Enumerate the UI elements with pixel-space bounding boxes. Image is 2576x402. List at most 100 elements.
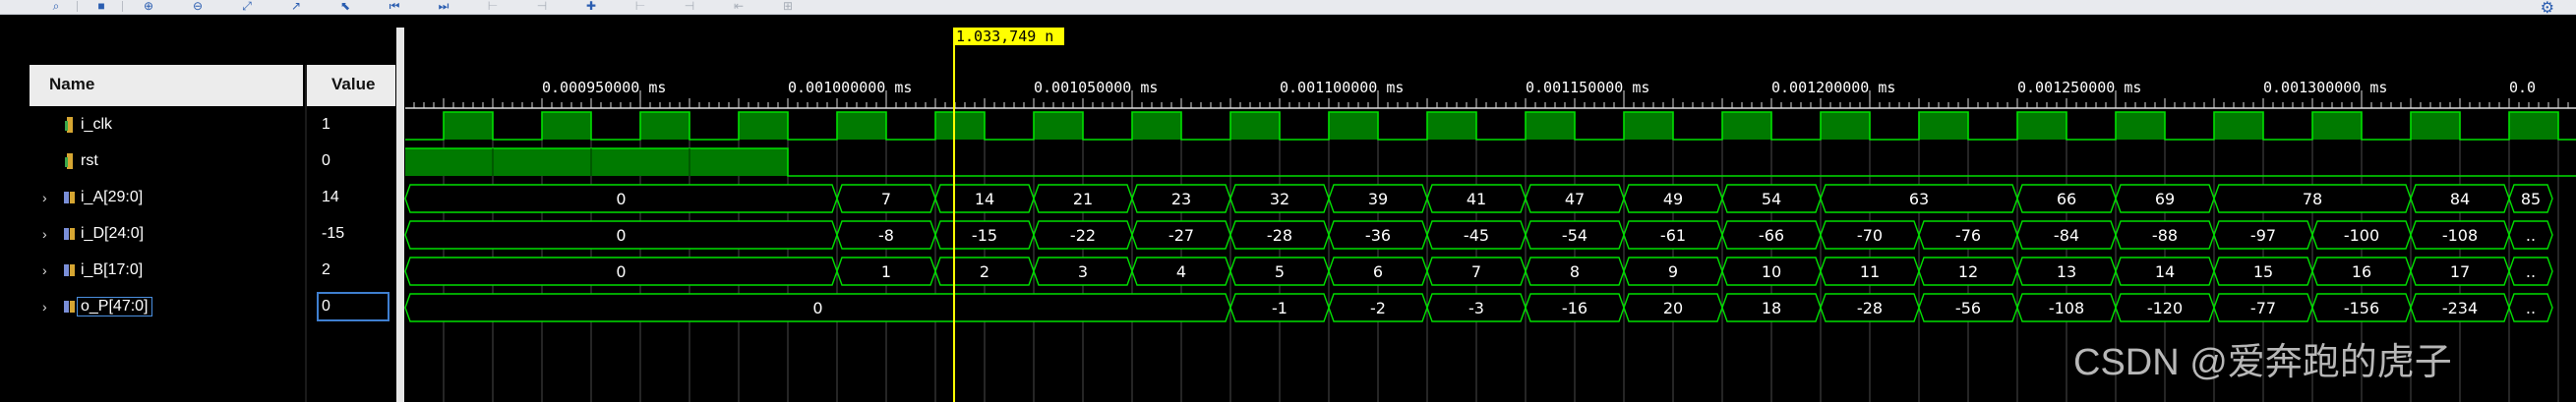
i-d-value-label: -54	[1562, 226, 1588, 245]
i-b-value-label: 4	[1176, 262, 1186, 281]
i-b-value-label: 5	[1275, 262, 1285, 281]
i-d-value-label: -100	[2344, 226, 2379, 245]
o-p-value-label: -56	[1955, 299, 1981, 317]
i-a-value-label: 49	[1663, 190, 1683, 208]
i-a-value-label: 39	[1368, 190, 1388, 208]
i-b-value-label: ..	[2526, 262, 2536, 281]
o-p-value-label: -108	[2049, 299, 2084, 317]
i-b-value-label: 17	[2450, 262, 2470, 281]
i-a-value-label: 54	[1762, 190, 1781, 208]
o-p-value-label: -28	[1857, 299, 1883, 317]
i-b-value-label: 12	[1958, 262, 1978, 281]
i-a-value-label: 66	[2057, 190, 2076, 208]
i-d-value-label: ..	[2526, 226, 2536, 245]
ruler-time-label: 0.001100000 ms	[1280, 79, 1404, 96]
clk-high-pulse	[1329, 112, 1378, 140]
clk-high-pulse	[2509, 112, 2558, 140]
o-p-value-label: -156	[2344, 299, 2379, 317]
clk-high-pulse	[542, 112, 591, 140]
i-a-value-label: 69	[2155, 190, 2175, 208]
o-p-value-label: 0	[812, 299, 822, 317]
clk-high-pulse	[2411, 112, 2460, 140]
i-d-value-label: -22	[1070, 226, 1096, 245]
i-b-value-label: 14	[2155, 262, 2175, 281]
i-a-value-label: 63	[1909, 190, 1929, 208]
o-p-value-label: -16	[1562, 299, 1588, 317]
i-a-value-label: 23	[1171, 190, 1191, 208]
clk-high-pulse	[1230, 112, 1280, 140]
rst-high-region	[405, 148, 788, 176]
clk-high-pulse	[1919, 112, 1968, 140]
i-d-value-label: -66	[1759, 226, 1784, 245]
i-d-value-label: -84	[2054, 226, 2079, 245]
i-d-value-label: -27	[1168, 226, 1194, 245]
watermark-text: CSDN @爱奔跑的虎子	[2073, 342, 2452, 383]
i-b-value-label: 13	[2057, 262, 2076, 281]
i-d-value-label: -8	[878, 226, 894, 245]
i-b-value-label: 2	[980, 262, 989, 281]
clk-high-pulse	[1132, 112, 1181, 140]
i-b-value-label: 9	[1668, 262, 1678, 281]
i-b-value-label: 10	[1762, 262, 1781, 281]
o-p-value-label: -1	[1272, 299, 1288, 317]
i-d-value-label: -15	[972, 226, 997, 245]
i-a-value-label: 21	[1073, 190, 1093, 208]
i-a-value-label: 7	[881, 190, 891, 208]
clk-high-pulse	[1821, 112, 1870, 140]
ruler-time-label: 0.001250000 ms	[2017, 79, 2141, 96]
clk-high-pulse	[1722, 112, 1771, 140]
i-b-value-label: 3	[1078, 262, 1088, 281]
i-d-value-label: -108	[2442, 226, 2478, 245]
o-p-value-label: ..	[2526, 299, 2536, 317]
i-a-value-label: 78	[2303, 190, 2322, 208]
clk-high-pulse	[2312, 112, 2362, 140]
ruler-time-label: 0.0	[2509, 79, 2536, 96]
o-p-value-label: -77	[2250, 299, 2276, 317]
i-b-value-label: 11	[1860, 262, 1880, 281]
i-a-value-label: 47	[1565, 190, 1585, 208]
ruler-time-label: 0.000950000 ms	[542, 79, 666, 96]
waveform-traces: 0 7 14 21 23 32 39 41 47 49 54 63 66 69 78 84 850 -8 -15 -2…	[404, 111, 2576, 322]
clk-high-pulse	[1427, 112, 1476, 140]
i-b-value-label: 8	[1570, 262, 1580, 281]
i-b-value-label: 1	[881, 262, 891, 281]
clk-high-pulse	[640, 112, 689, 140]
i-a-value-label: 85	[2521, 190, 2541, 208]
time-ruler: 0.000950000 ms 0.001000000 ms 0.001050000 …	[405, 79, 2576, 109]
o-p-value-label: 20	[1663, 299, 1683, 317]
clk-high-pulse	[935, 112, 985, 140]
i-b-value-label: 6	[1373, 262, 1383, 281]
i-a-value-label: 14	[975, 190, 994, 208]
i-b-value-label: 7	[1471, 262, 1481, 281]
o-p-value-label: 18	[1762, 299, 1781, 317]
i-d-value-label: -36	[1365, 226, 1391, 245]
i-d-value-label: -97	[2250, 226, 2276, 245]
clk-high-pulse	[2214, 112, 2263, 140]
i-b-value-label: 16	[2352, 262, 2371, 281]
clk-high-pulse	[1624, 112, 1673, 140]
i-b-value-label: 15	[2253, 262, 2273, 281]
i-a-value-label: 41	[1467, 190, 1486, 208]
o-p-value-label: -2	[1370, 299, 1386, 317]
o-p-value-label: -120	[2147, 299, 2183, 317]
clk-high-pulse	[2116, 112, 2165, 140]
ruler-time-label: 0.001000000 ms	[788, 79, 912, 96]
i-a-value-label: 0	[616, 190, 626, 208]
i-d-value-label: 0	[616, 226, 626, 245]
clk-high-pulse	[2017, 112, 2067, 140]
ruler-time-label: 0.001300000 ms	[2263, 79, 2387, 96]
clk-high-pulse	[739, 112, 788, 140]
cursor-label: 1.033,749 n	[956, 28, 1053, 45]
i-a-value-label: 84	[2450, 190, 2470, 208]
i-d-value-label: -88	[2152, 226, 2178, 245]
i-a-value-label: 32	[1270, 190, 1289, 208]
i-d-value-label: -61	[1660, 226, 1686, 245]
ruler-time-label: 0.001150000 ms	[1526, 79, 1649, 96]
clk-high-pulse	[444, 112, 493, 140]
i-d-value-label: -28	[1267, 226, 1292, 245]
i-d-value-label: -70	[1857, 226, 1883, 245]
i-d-value-label: -76	[1955, 226, 1981, 245]
clk-high-pulse	[1034, 112, 1083, 140]
i-d-value-label: -45	[1464, 226, 1489, 245]
i-b-value-label: 0	[616, 262, 626, 281]
